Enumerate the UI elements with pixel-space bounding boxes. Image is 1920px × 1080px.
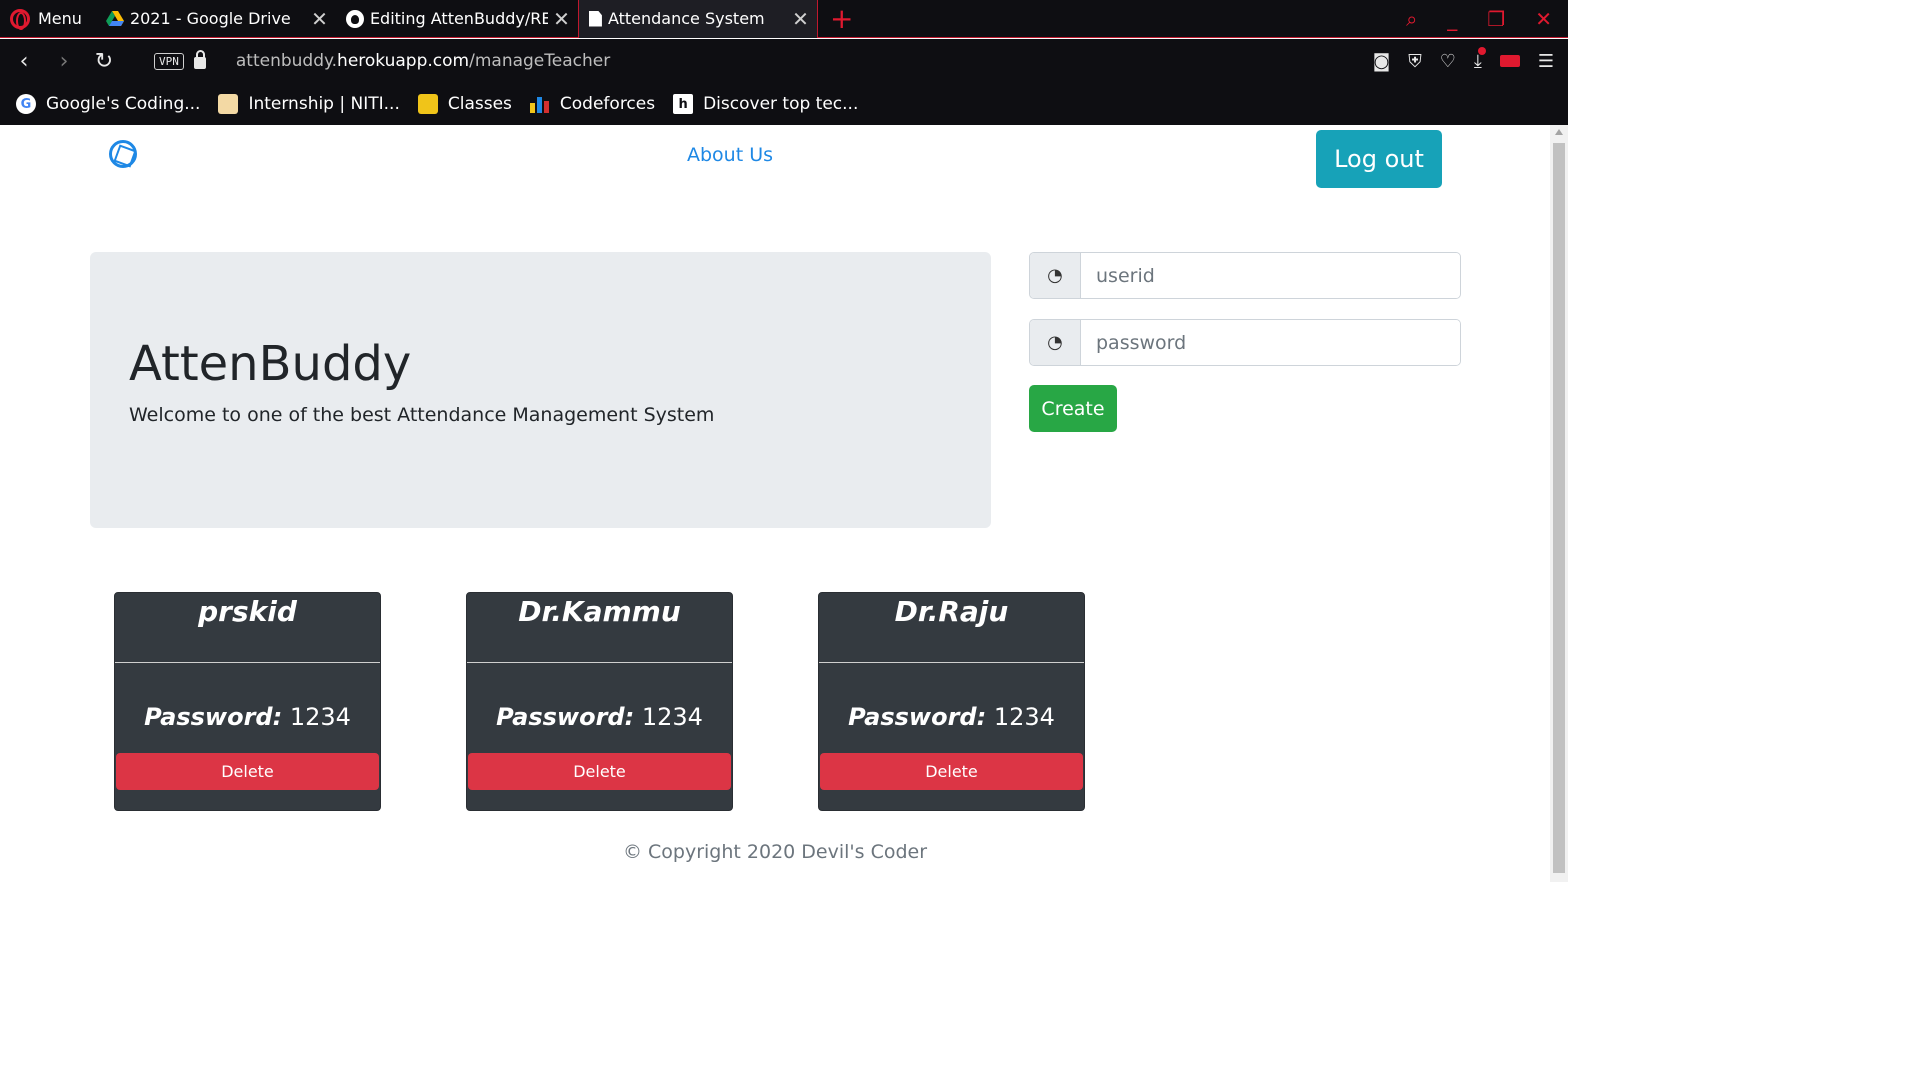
teacher-card: Dr.Kammu Password: 1234 Delete <box>466 592 733 811</box>
about-us-link[interactable]: About Us <box>687 144 773 166</box>
footer-copyright: © Copyright 2020 Devil's Coder <box>622 841 928 863</box>
teacher-password: Password: 1234 <box>819 703 1084 731</box>
delete-button[interactable]: Delete <box>820 753 1083 790</box>
url-prefix: attenbuddy. <box>235 51 338 71</box>
window-controls: ⌕ _ ❐ ✕ <box>1406 0 1568 38</box>
github-icon <box>345 9 364 28</box>
close-tab-icon[interactable]: ✕ <box>792 7 809 31</box>
teacher-name: Dr.Kammu <box>467 593 732 663</box>
page-scrollbar[interactable] <box>1550 125 1568 882</box>
teacher-name: Dr.Raju <box>819 593 1084 663</box>
password-input[interactable] <box>1081 320 1460 365</box>
logout-button[interactable]: Log out <box>1316 130 1442 188</box>
password-label: Password: <box>848 703 987 731</box>
page-title: AttenBuddy <box>129 336 412 392</box>
opera-menu-button[interactable]: Menu <box>0 0 96 38</box>
page-content: About Us Log out AttenBuddy Welcome to o… <box>0 125 1550 882</box>
battery-saver-icon[interactable] <box>1499 55 1520 67</box>
classroom-icon <box>417 94 438 114</box>
vpn-badge[interactable]: VPN <box>154 52 184 70</box>
tab-title: Editing AttenBuddy/RE <box>369 9 548 28</box>
browser-tab-bar: Menu 2021 - Google Drive ✕ Editing Atten… <box>0 0 1568 38</box>
close-tab-icon[interactable]: ✕ <box>553 7 570 31</box>
password-label: Password: <box>496 703 635 731</box>
back-icon[interactable]: ‹ <box>4 49 44 74</box>
download-icon[interactable]: ⤓ <box>1474 46 1486 72</box>
teacher-card: Dr.Raju Password: 1234 Delete <box>818 592 1085 811</box>
tab-title: 2021 - Google Drive <box>129 9 291 28</box>
hero-subtitle: Welcome to one of the best Attendance Ma… <box>129 404 715 426</box>
close-tab-icon[interactable]: ✕ <box>311 7 328 31</box>
userid-input[interactable] <box>1081 253 1460 298</box>
bookmark-google-coding[interactable]: G Google's Coding... <box>16 94 200 114</box>
scrollbar-thumb[interactable] <box>1553 143 1565 873</box>
hero-jumbotron: AttenBuddy Welcome to one of the best At… <box>90 252 991 528</box>
restore-icon[interactable]: ❐ <box>1487 7 1505 31</box>
url-field[interactable]: attenbuddy.herokuapp.com/manageTeacher <box>236 51 610 71</box>
tab-google-drive[interactable]: 2021 - Google Drive ✕ <box>96 0 336 38</box>
teacher-name: prskid <box>115 593 380 663</box>
camera-icon[interactable]: ◙ <box>1373 51 1390 72</box>
bookmark-label: Google's Coding... <box>46 94 201 114</box>
teacher-card: prskid Password: 1234 Delete <box>114 592 381 811</box>
forward-icon[interactable]: › <box>44 49 84 74</box>
password-label: Password: <box>144 703 283 731</box>
address-bar-tools: ◙ ⛨ ♡ ⤓ ☰ <box>1373 46 1554 72</box>
address-bar: ‹ › ↻ VPN attenbuddy.herokuapp.com/manag… <box>0 39 1568 83</box>
close-window-icon[interactable]: ✕ <box>1535 7 1552 31</box>
bookmark-label: Classes <box>447 94 512 114</box>
adblock-shield-icon[interactable]: ⛨ <box>1408 51 1422 72</box>
menu-label: Menu <box>38 9 82 28</box>
minimize-icon[interactable]: _ <box>1447 7 1457 31</box>
reload-icon[interactable]: ↻ <box>84 49 124 74</box>
teacher-password: Password: 1234 <box>115 703 380 731</box>
heart-icon[interactable]: ♡ <box>1440 51 1456 72</box>
url-path: /manageTeacher <box>469 51 611 71</box>
bookmarks-bar: G Google's Coding... Internship | NITI..… <box>0 83 1568 125</box>
niti-icon <box>218 94 239 114</box>
bookmark-codeforces[interactable]: Codeforces <box>529 94 656 114</box>
bookmark-discover-tech[interactable]: h Discover top tec... <box>673 94 858 114</box>
scroll-up-icon[interactable] <box>1555 129 1563 135</box>
easy-setup-icon[interactable]: ☰ <box>1538 51 1554 72</box>
new-tab-icon[interactable]: + <box>830 2 853 35</box>
tab-github-editing[interactable]: Editing AttenBuddy/RE ✕ <box>336 0 578 38</box>
password-value: 1234 <box>641 703 703 731</box>
bookmark-label: Codeforces <box>559 94 656 114</box>
teacher-password: Password: 1234 <box>467 703 732 731</box>
document-icon <box>588 10 602 27</box>
delete-button[interactable]: Delete <box>468 753 731 790</box>
bookmark-label: Internship | NITI... <box>248 94 400 114</box>
google-drive-icon <box>105 10 124 26</box>
lock-icon[interactable] <box>193 50 206 69</box>
userid-input-group: ◔ <box>1029 252 1461 299</box>
tab-attendance-system[interactable]: Attendance System ✕ <box>577 0 818 38</box>
swirl-icon: ◔ <box>1030 320 1081 365</box>
app-logo-icon[interactable] <box>109 140 137 168</box>
hackernoon-icon: h <box>673 94 694 114</box>
opera-logo-icon <box>10 8 30 30</box>
search-tabs-icon[interactable]: ⌕ <box>1406 7 1417 31</box>
swirl-icon: ◔ <box>1030 253 1081 298</box>
delete-button[interactable]: Delete <box>116 753 379 790</box>
google-icon: G <box>16 94 36 114</box>
bookmark-internship-niti[interactable]: Internship | NITI... <box>218 94 400 114</box>
bookmark-classes[interactable]: Classes <box>417 94 512 114</box>
password-value: 1234 <box>289 703 351 731</box>
password-input-group: ◔ <box>1029 319 1461 366</box>
password-value: 1234 <box>993 703 1055 731</box>
bookmark-label: Discover top tec... <box>703 94 859 114</box>
tab-title: Attendance System <box>607 9 765 28</box>
create-button[interactable]: Create <box>1029 385 1117 432</box>
url-domain: herokuapp.com <box>337 51 470 71</box>
codeforces-icon <box>529 95 550 113</box>
